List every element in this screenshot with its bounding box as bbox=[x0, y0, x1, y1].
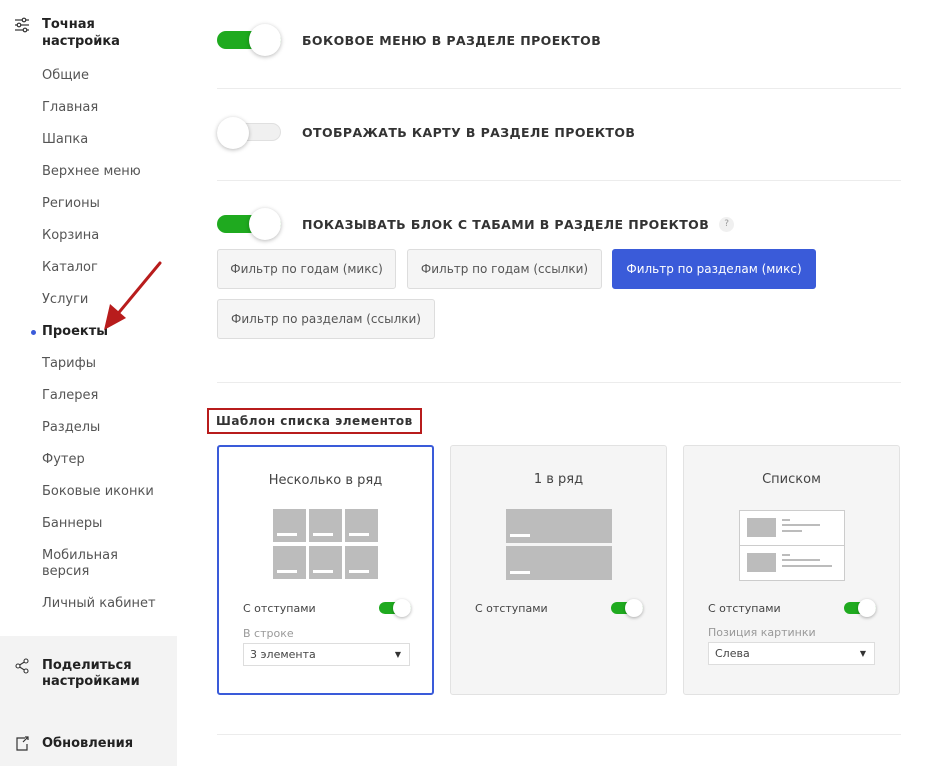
side-menu-label: Боковое меню в разделе проектов bbox=[302, 32, 602, 48]
template-card-grid[interactable]: Несколько в ряд С отступами В строке 3 э… bbox=[217, 445, 434, 695]
sidebar-footer: Поделиться настройками Обновления bbox=[0, 636, 177, 766]
sidebar-item-tariffs[interactable]: Тарифы bbox=[0, 348, 177, 380]
with-margins-toggle[interactable] bbox=[611, 599, 643, 617]
annotation-arrow-icon bbox=[104, 261, 162, 330]
filter-sections-mix-button[interactable]: Фильтр по разделам (микс) bbox=[612, 249, 816, 289]
sidebar-item-sections[interactable]: Разделы bbox=[0, 412, 177, 444]
show-map-label: Отображать карту в разделе проектов bbox=[302, 124, 636, 140]
sidebar-item-cart[interactable]: Корзина bbox=[0, 220, 177, 252]
select-value: Слева bbox=[715, 647, 750, 660]
tabs-block-label: Показывать блок с табами в разделе проек… bbox=[302, 216, 710, 232]
list-preview-icon bbox=[739, 510, 845, 581]
image-position-label: Позиция картинки bbox=[708, 626, 816, 639]
toggle-knob bbox=[249, 24, 281, 56]
with-margins-label: С отступами bbox=[243, 602, 316, 615]
select-value: 3 элемента bbox=[250, 648, 316, 661]
card-title: Списком bbox=[762, 472, 821, 487]
show-map-toggle[interactable] bbox=[217, 117, 281, 149]
with-margins-toggle[interactable] bbox=[844, 599, 876, 617]
toggle-knob bbox=[393, 599, 411, 617]
per-row-label: В строке bbox=[243, 627, 294, 640]
caret-down-icon: ▼ bbox=[394, 650, 401, 659]
settings-panel: Боковое меню в разделе проектов Отобража… bbox=[207, 0, 901, 766]
share-icon bbox=[15, 658, 29, 674]
updates-link[interactable]: Обновления bbox=[14, 736, 162, 752]
toggle-knob bbox=[625, 599, 643, 617]
sidebar-item-footer[interactable]: Футер bbox=[0, 444, 177, 476]
toggle-knob bbox=[858, 599, 876, 617]
template-section-title: Шаблон списка элементов bbox=[207, 408, 422, 434]
share-settings-label: Поделиться настройками bbox=[42, 658, 140, 689]
rows-preview-icon bbox=[506, 509, 612, 581]
card-title: Несколько в ряд bbox=[268, 473, 383, 488]
card-title: 1 в ряд bbox=[533, 472, 584, 487]
sidebar-header: Точная настройка bbox=[14, 16, 152, 50]
sidebar-item-regions[interactable]: Регионы bbox=[0, 188, 177, 220]
sidebar-item-banners[interactable]: Баннеры bbox=[0, 508, 177, 540]
sidebar: Точная настройка Общие Главная Шапка Вер… bbox=[0, 0, 177, 766]
tabs-block-toggle[interactable] bbox=[217, 208, 281, 240]
sidebar-item-top-menu[interactable]: Верхнее меню bbox=[0, 156, 177, 188]
setting-side-menu: Боковое меню в разделе проектов bbox=[217, 24, 602, 56]
divider bbox=[217, 734, 901, 735]
with-margins-label: С отступами bbox=[708, 602, 781, 615]
sidebar-item-side-icons[interactable]: Боковые иконки bbox=[0, 476, 177, 508]
side-menu-toggle[interactable] bbox=[217, 24, 281, 56]
updates-label: Обновления bbox=[42, 736, 134, 751]
update-icon bbox=[16, 736, 29, 751]
active-indicator-dot bbox=[31, 330, 36, 335]
divider bbox=[217, 88, 901, 89]
sidebar-item-main[interactable]: Главная bbox=[0, 92, 177, 124]
filter-years-mix-button[interactable]: Фильтр по годам (микс) bbox=[217, 249, 396, 289]
sidebar-item-general[interactable]: Общие bbox=[0, 60, 177, 92]
sidebar-item-gallery[interactable]: Галерея bbox=[0, 380, 177, 412]
toggle-knob bbox=[217, 117, 249, 149]
with-margins-toggle[interactable] bbox=[379, 599, 411, 617]
divider bbox=[217, 180, 901, 181]
image-position-select[interactable]: Слева ▼ bbox=[708, 642, 875, 665]
divider bbox=[217, 382, 901, 383]
template-card-list[interactable]: Списком С отступами Позиция картинки Сле… bbox=[683, 445, 900, 695]
sliders-icon bbox=[15, 17, 29, 33]
sidebar-item-mobile[interactable]: Мобильная версия bbox=[0, 540, 150, 588]
sidebar-item-header[interactable]: Шапка bbox=[0, 124, 177, 156]
toggle-knob bbox=[249, 208, 281, 240]
filter-sections-links-button[interactable]: Фильтр по разделам (ссылки) bbox=[217, 299, 435, 339]
sidebar-item-account[interactable]: Личный кабинет bbox=[0, 588, 177, 620]
per-row-select[interactable]: 3 элемента ▼ bbox=[243, 643, 410, 666]
sidebar-item-label: Проекты bbox=[42, 324, 109, 339]
with-margins-label: С отступами bbox=[475, 602, 548, 615]
setting-show-map: Отображать карту в разделе проектов bbox=[217, 117, 636, 149]
sidebar-menu: Общие Главная Шапка Верхнее меню Регионы… bbox=[0, 60, 177, 620]
sidebar-title: Точная настройка bbox=[42, 17, 120, 49]
caret-down-icon: ▼ bbox=[859, 649, 866, 658]
share-settings-link[interactable]: Поделиться настройками bbox=[14, 658, 162, 690]
template-card-one-row[interactable]: 1 в ряд С отступами bbox=[450, 445, 667, 695]
help-icon[interactable]: ? bbox=[719, 216, 735, 232]
filter-years-links-button[interactable]: Фильтр по годам (ссылки) bbox=[407, 249, 602, 289]
grid-preview-icon bbox=[273, 509, 379, 581]
setting-tabs-block: Показывать блок с табами в разделе проек… bbox=[217, 208, 735, 240]
